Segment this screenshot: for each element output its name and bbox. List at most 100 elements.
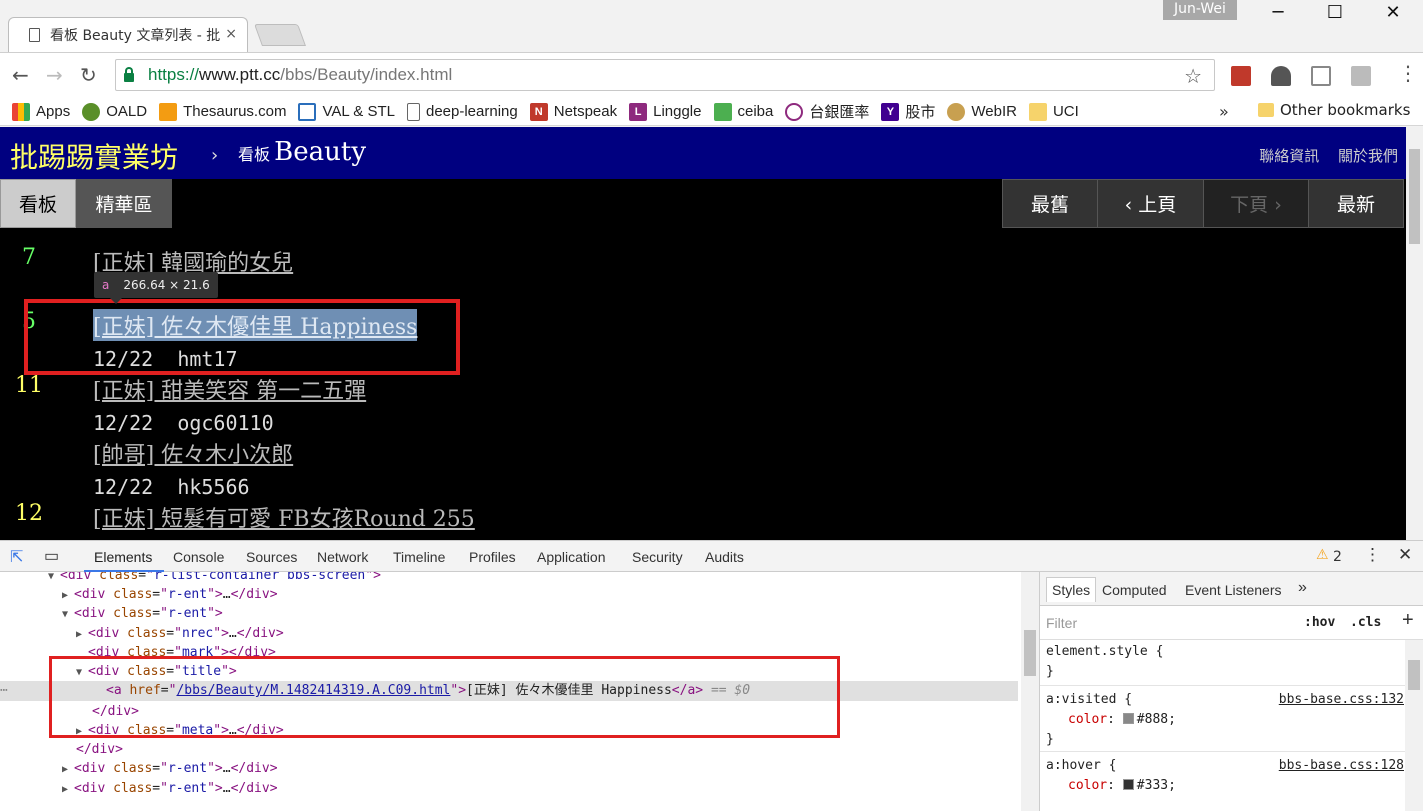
dom-node[interactable]: ▶ <div class="r-ent">…</div> [62,779,278,799]
node-options-icon[interactable]: ⋯ [0,681,8,701]
extension-ghost-icon[interactable] [1271,66,1291,86]
warning-count[interactable]: 2 [1333,549,1342,565]
reload-icon[interactable]: ↻ [80,63,97,87]
next-page-button[interactable]: 下頁 › [1203,179,1309,228]
extension-puzzle-icon[interactable] [1351,66,1371,86]
bookmark-val-stl[interactable]: VAL & STL [298,102,395,121]
scrollbar-thumb[interactable] [1409,149,1420,244]
dom-node[interactable]: ▼ <div class="r-list-container bbs-screen… [48,572,381,586]
tab-security[interactable]: Security [632,549,683,565]
back-arrow-icon[interactable]: ← [12,63,29,87]
bookmark-deep-learning[interactable]: deep-learning [406,102,518,121]
tab-application[interactable]: Application [537,549,606,565]
new-rule-icon[interactable]: + [1402,609,1414,632]
tab-profiles[interactable]: Profiles [469,549,516,565]
class-toggle[interactable]: .cls [1350,615,1381,630]
bookmark-ceiba[interactable]: ceiba [713,102,773,121]
page-document-icon [29,28,40,42]
bookmark-bank-rate[interactable]: 台銀匯率 [785,101,869,122]
dom-node[interactable]: ▶ <div class="nrec">…</div> [76,624,284,644]
bookmarks-overflow-icon[interactable]: » [1219,102,1229,121]
rule-source-link[interactable]: bbs-base.css:128 [1279,758,1404,773]
styles-scrollbar[interactable] [1405,640,1423,811]
devtools-menu-icon[interactable]: ⋮ [1364,545,1381,565]
tab-timeline[interactable]: Timeline [393,549,445,565]
bookmark-star-icon[interactable]: ☆ [1184,64,1202,88]
tab-elements[interactable]: Elements [94,549,152,565]
bookmark-linggle[interactable]: L Linggle [629,102,702,121]
forward-arrow-icon[interactable]: → [46,63,63,87]
device-toolbar-icon[interactable]: ▭ [44,546,59,566]
new-tab-button[interactable] [253,24,307,46]
tab-digest[interactable]: 精華區 [76,179,172,228]
window-close-icon[interactable]: ✕ [1368,2,1418,23]
tab-sources[interactable]: Sources [246,549,297,565]
rule-selector[interactable]: a:visited { [1046,692,1132,707]
post-meta: 12/22 hk5566 [93,475,250,499]
tab-audits[interactable]: Audits [705,549,744,565]
elements-scrollbar[interactable] [1021,572,1039,811]
styles-filter[interactable]: Filter :hov .cls + [1040,606,1423,640]
tab-styles[interactable]: Styles [1046,577,1097,602]
ptt-topbar: 批踢踢實業坊 › 看板 Beauty 聯絡資訊 關於我們 [0,127,1406,179]
post-title-link[interactable]: [帥哥] 佐々木小次郎 [93,437,293,469]
oldest-page-button[interactable]: 最舊 [1002,179,1098,228]
tab-computed[interactable]: Computed [1102,582,1167,598]
tab-network[interactable]: Network [317,549,368,565]
bookmark-netspeak[interactable]: N Netspeak [529,102,617,121]
bookmark-stock[interactable]: Y 股市 [881,101,935,122]
tab-board[interactable]: 看板 [0,179,76,228]
dom-node[interactable]: </div> [76,740,123,760]
newest-page-button[interactable]: 最新 [1308,179,1404,228]
bookmark-thesaurus[interactable]: Thesaurus.com [159,102,287,121]
browser-tab[interactable]: 看板 Beauty 文章列表 - 批 × [8,17,248,52]
post-author[interactable]: ogc60110 [177,411,273,435]
rule-source-link[interactable]: bbs-base.css:132 [1279,692,1404,707]
inspect-cursor-icon[interactable]: ⇱ [10,547,23,567]
rule-declaration[interactable]: color: #888; [1068,712,1176,727]
site-title[interactable]: 批踢踢實業坊 [10,136,178,176]
warning-icon[interactable]: ⚠ [1316,547,1329,563]
breadcrumb-separator: › [211,145,219,166]
dom-node[interactable]: ▶ <div class="r-ent">…</div> [62,759,278,779]
scrollbar-thumb[interactable] [1408,660,1420,690]
profile-badge[interactable]: Jun-Wei [1163,0,1237,20]
bookmark-apps[interactable]: Apps [12,102,70,121]
bookmark-uci[interactable]: UCI [1028,102,1079,121]
tab-title: 看板 Beauty 文章列表 - 批 [50,28,220,44]
post-title-link[interactable]: [正妹] 短髮有可愛 FB女孩Round 255 [93,501,475,533]
page-scrollbar[interactable] [1406,127,1423,540]
color-swatch[interactable] [1122,779,1134,790]
tab-strip: 看板 Beauty 文章列表 - 批 × Jun-Wei ─ ☐ ✕ [0,0,1423,52]
other-bookmarks[interactable]: Other bookmarks [1258,101,1410,119]
color-swatch[interactable] [1122,713,1134,724]
bookmark-oald[interactable]: OALD [82,102,147,121]
rule-selector[interactable]: element.style { [1046,644,1163,659]
maximize-icon[interactable]: ☐ [1310,2,1360,23]
tab-close-icon[interactable]: × [225,26,237,42]
address-bar[interactable]: https:// www.ptt.cc /bbs/Beauty/index.ht… [115,59,1215,91]
contact-link[interactable]: 聯絡資訊 [1259,147,1319,165]
post-author[interactable]: hk5566 [177,475,249,499]
dom-node[interactable]: ▼ <div class="r-ent"> [62,604,223,624]
styles-more-icon[interactable]: » [1298,579,1307,597]
prev-page-button[interactable]: ‹ 上頁 [1097,179,1204,228]
rule-declaration[interactable]: color: #333; [1068,778,1176,793]
extension-book-icon[interactable] [1231,66,1251,86]
hover-state-toggle[interactable]: :hov [1304,615,1335,630]
bookmark-label: Thesaurus.com [183,103,287,120]
filter-input[interactable]: Filter [1046,615,1077,631]
breadcrumb[interactable]: 看板 Beauty [238,137,366,167]
chrome-menu-icon[interactable]: ⋮ [1398,61,1418,85]
post-title-link[interactable]: [正妹] 甜美笑容 第一二五彈 [93,373,366,405]
scrollbar-thumb[interactable] [1024,630,1036,676]
rule-selector[interactable]: a:hover { [1046,758,1116,773]
tab-console[interactable]: Console [173,549,224,565]
minimize-icon[interactable]: ─ [1253,2,1303,23]
bookmark-webir[interactable]: WebIR [947,102,1017,121]
tab-event-listeners[interactable]: Event Listeners [1185,582,1282,598]
dom-node[interactable]: ▶ <div class="r-ent">…</div> [62,585,278,605]
about-link[interactable]: 關於我們 [1338,147,1398,165]
extension-page-icon[interactable] [1311,66,1331,86]
devtools-close-icon[interactable]: ✕ [1398,545,1412,565]
